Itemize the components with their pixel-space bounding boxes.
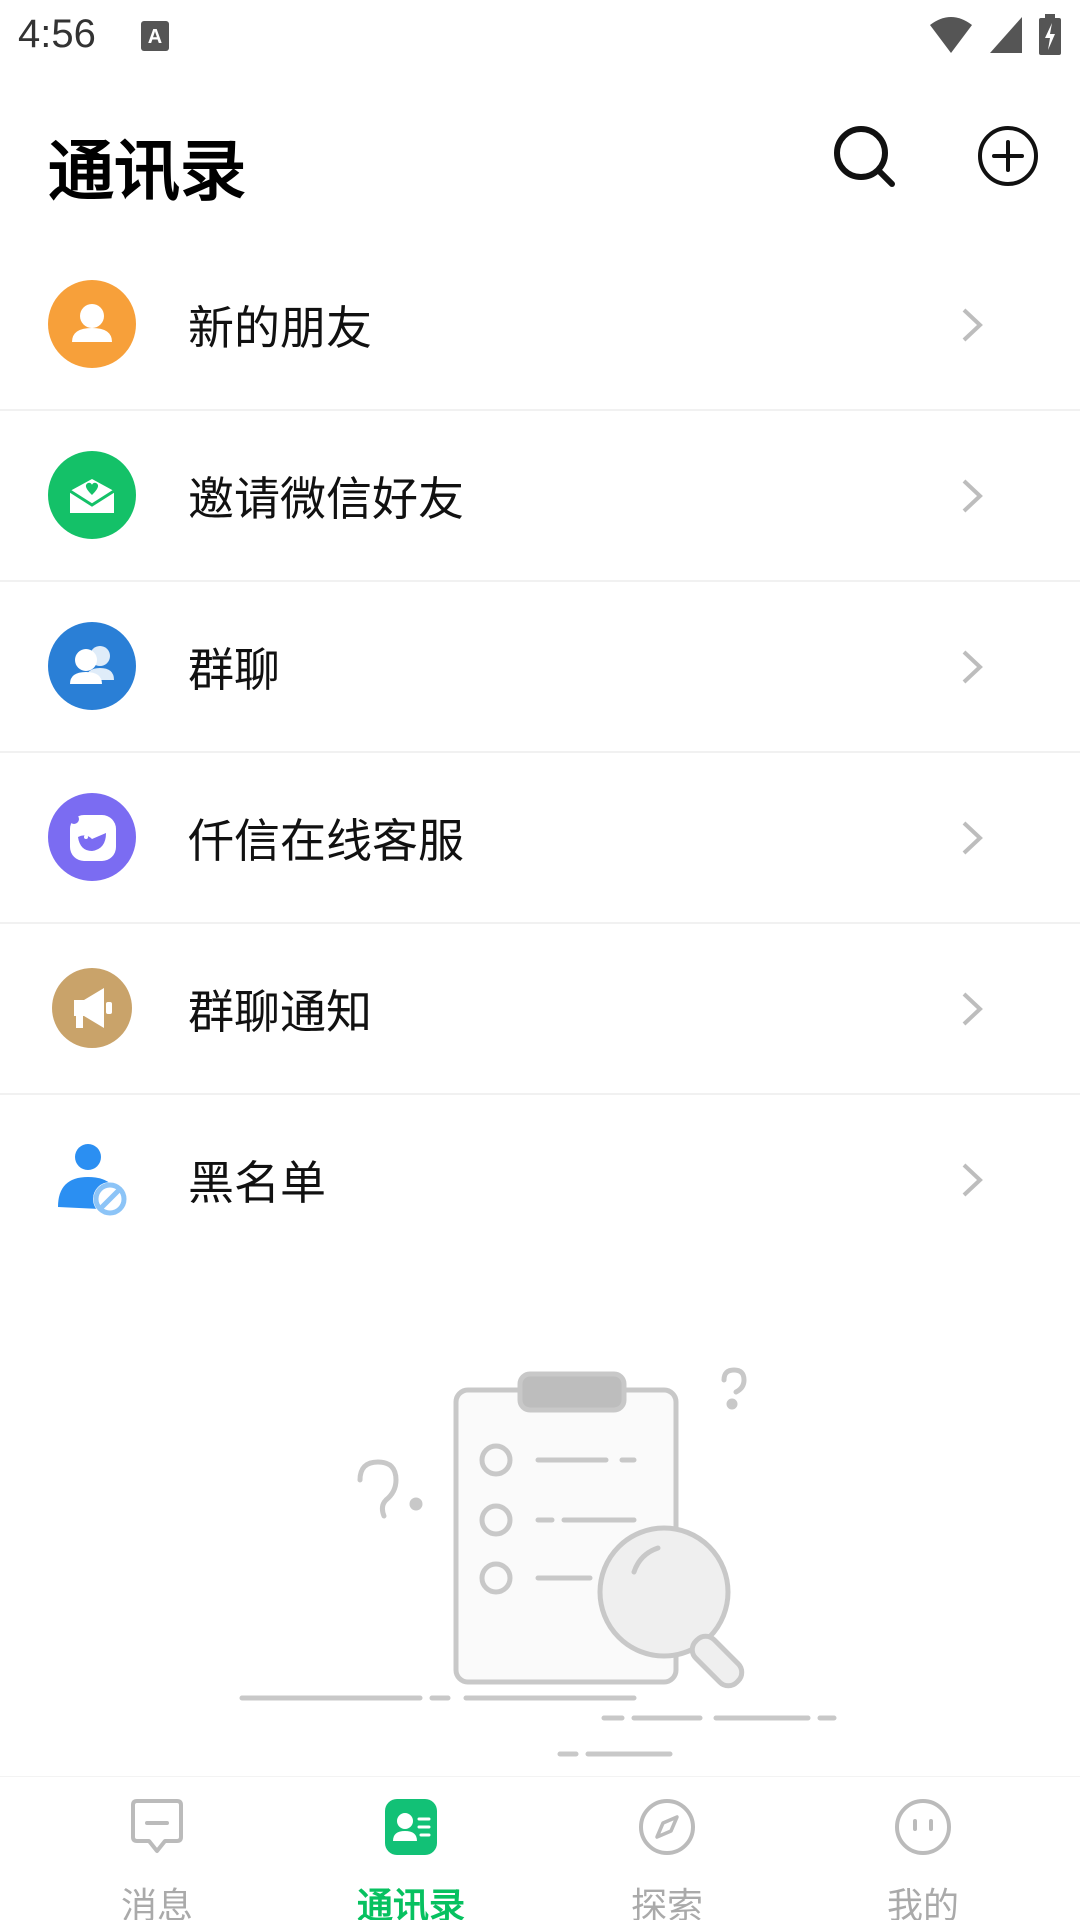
tab-label: 我的 [886,1886,959,1920]
chevron-right-icon [962,992,983,1026]
megaphone-icon [48,964,136,1052]
tab-label: 通讯录 [356,1886,465,1920]
menu-item-online-service[interactable]: 仟信在线客服 [0,753,1080,924]
face-icon [895,1799,951,1855]
status-time: 4:56 [18,12,96,56]
svg-text:A: A [148,26,162,48]
user-blocked-icon [48,1135,136,1223]
tab-label: 探索 [630,1886,703,1920]
keyboard-indicator-icon: A [140,20,170,56]
chevron-right-icon [962,308,983,342]
signal-icon [990,17,1022,53]
tab-contacts[interactable]: 通讯录 [276,1777,546,1920]
plus-circle-icon [978,126,1038,186]
menu-item-group-chat[interactable]: 群聊 [0,582,1080,753]
group-icon [48,622,136,710]
service-bird-icon [48,793,136,881]
add-button[interactable] [976,124,1040,188]
menu-item-label: 黑名单 [188,1156,326,1210]
tab-me[interactable]: 我的 [788,1777,1058,1920]
menu-item-label: 仟信在线客服 [188,814,464,868]
tab-label: 消息 [120,1886,193,1920]
status-bar: 4:56 A [0,0,1080,76]
header: 通讯录 [0,100,1080,220]
contacts-icon [385,1799,437,1855]
wifi-icon [930,17,972,53]
search-button[interactable] [832,124,896,188]
menu-item-new-friends[interactable]: 新的朋友 [0,240,1080,411]
chevron-right-icon [962,1163,983,1197]
tab-messages[interactable]: 消息 [22,1777,292,1920]
menu-item-label: 邀请微信好友 [188,472,464,526]
search-icon [834,126,895,187]
tab-explore[interactable]: 探索 [532,1777,802,1920]
envelope-heart-icon [48,451,136,539]
page-title: 通讯录 [48,133,246,210]
menu-item-blacklist[interactable]: 黑名单 [0,1095,1080,1266]
menu-item-group-notice[interactable]: 群聊通知 [0,924,1080,1095]
contacts-menu: 新的朋友 邀请微信好友 群聊 仟信在线客服 群聊通知 黑名单 [0,240,1080,1266]
menu-item-label: 新的朋友 [188,301,372,355]
person-icon [48,280,136,368]
menu-item-label: 群聊 [188,643,280,697]
message-icon [131,1799,183,1853]
battery-icon [1039,14,1061,55]
menu-item-invite-wechat[interactable]: 邀请微信好友 [0,411,1080,582]
empty-state-illustration [230,1350,850,1770]
chevron-right-icon [962,479,983,513]
chevron-right-icon [962,821,983,855]
status-icons [928,14,1062,56]
menu-item-label: 群聊通知 [188,985,372,1039]
bottom-tab-bar: 消息 通讯录 探索 我的 [0,1776,1080,1920]
compass-icon [639,1799,695,1855]
chevron-right-icon [962,650,983,684]
